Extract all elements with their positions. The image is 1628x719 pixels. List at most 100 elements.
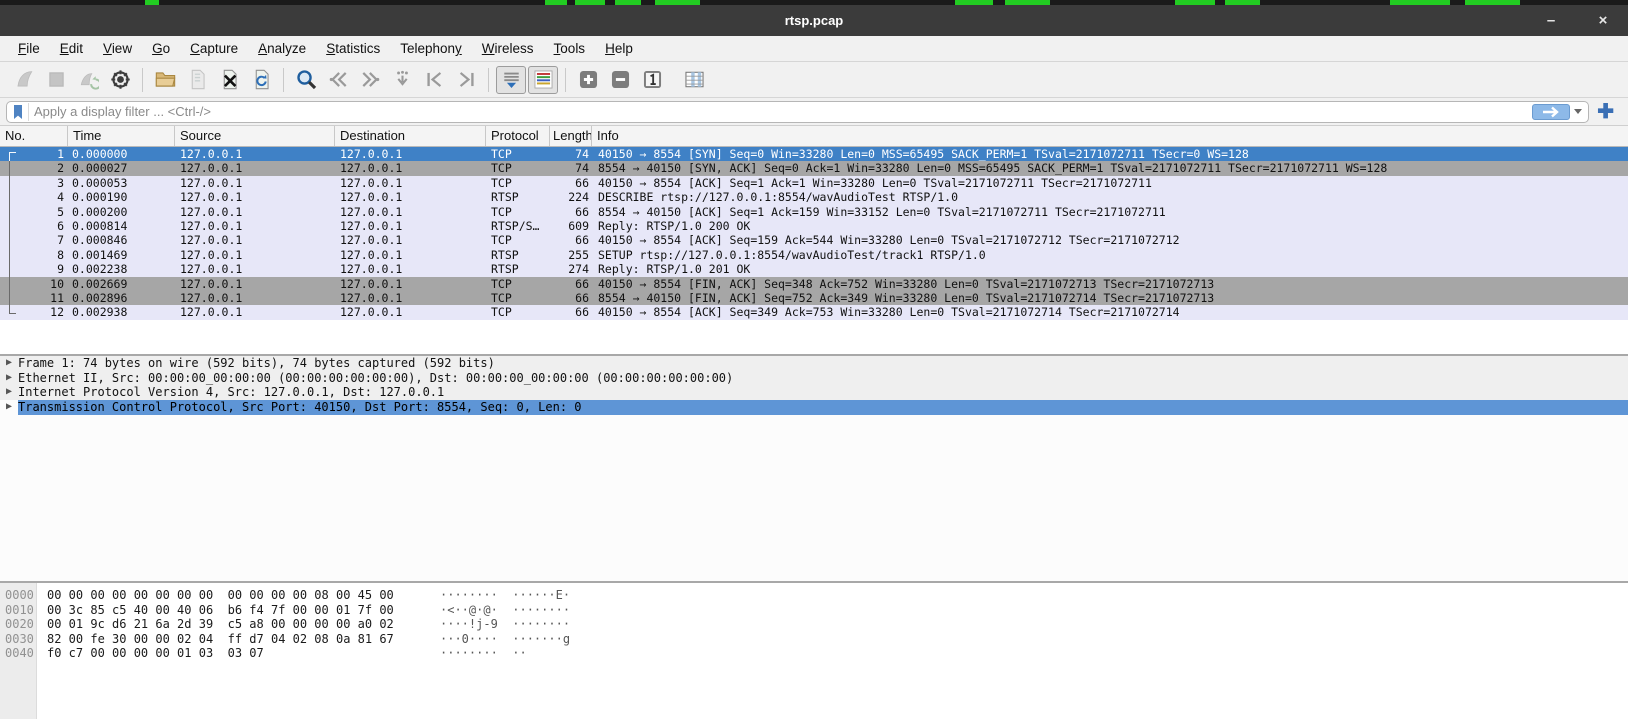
zoom-in-icon[interactable] (573, 66, 603, 94)
filter-bookmark-icon[interactable] (11, 103, 29, 121)
menu-item-edit[interactable]: Edit (50, 38, 93, 59)
go-to-packet-icon[interactable] (387, 66, 417, 94)
packet-row-4[interactable]: 40.000190127.0.0.1127.0.0.1RTSP224DESCRI… (0, 190, 1628, 204)
menu-item-capture[interactable]: Capture (180, 38, 248, 59)
packet-info: 8554 → 40150 [ACK] Seq=1 Ack=159 Win=331… (592, 205, 1628, 219)
packet-row-3[interactable]: 30.000053127.0.0.1127.0.0.1TCP6640150 → … (0, 176, 1628, 190)
colorize-packets-icon[interactable] (528, 66, 558, 94)
packet-dst: 127.0.0.1 (335, 219, 486, 233)
detail-line-3[interactable]: ▶Internet Protocol Version 4, Src: 127.0… (0, 385, 1628, 400)
stop-capture-icon (41, 66, 71, 94)
menu-item-file[interactable]: File (8, 38, 50, 59)
packet-time: 0.000053 (68, 176, 175, 190)
packet-proto: TCP (486, 305, 550, 319)
packet-src: 127.0.0.1 (175, 147, 335, 161)
find-packet-icon[interactable] (291, 66, 321, 94)
reload-file-icon[interactable] (246, 66, 276, 94)
hex-row-0000[interactable]: 000000 00 00 00 00 00 00 00 00 00 00 00 … (0, 588, 1628, 603)
packet-row-1[interactable]: 10.000000127.0.0.1127.0.0.1TCP7440150 → … (0, 147, 1628, 161)
expander-triangle-icon[interactable]: ▶ (0, 400, 18, 415)
hex-row-0030[interactable]: 003082 00 fe 30 00 00 02 04 ff d7 04 02 … (0, 632, 1628, 647)
hex-offset: 0030 (0, 632, 37, 647)
packet-len: 66 (550, 176, 592, 190)
related-packet-indicator (9, 176, 16, 190)
hex-bytes: 00 01 9c d6 21 6a 2d 39 c5 a8 00 00 00 0… (47, 617, 394, 632)
go-back-icon[interactable] (323, 66, 353, 94)
menu-item-telephony[interactable]: Telephony (390, 38, 472, 59)
packet-row-6[interactable]: 60.000814127.0.0.1127.0.0.1RTSP/S…609Rep… (0, 219, 1628, 233)
packet-info: DESCRIBE rtsp://127.0.0.1:8554/wavAudioT… (592, 190, 1628, 204)
packet-row-2[interactable]: 20.000027127.0.0.1127.0.0.1TCP748554 → 4… (0, 161, 1628, 175)
packet-len: 255 (550, 248, 592, 262)
display-filter-field[interactable] (6, 101, 1589, 123)
open-file-icon[interactable] (150, 66, 180, 94)
packet-proto: RTSP (486, 190, 550, 204)
packet-row-7[interactable]: 70.000846127.0.0.1127.0.0.1TCP6640150 → … (0, 233, 1628, 247)
packet-time: 0.002669 (68, 277, 175, 291)
menu-item-view[interactable]: View (93, 38, 142, 59)
auto-scroll-icon[interactable] (496, 66, 526, 94)
first-packet-icon[interactable] (419, 66, 449, 94)
expander-triangle-icon[interactable]: ▶ (0, 385, 18, 400)
apply-filter-button[interactable] (1532, 104, 1570, 120)
menu-item-analyze[interactable]: Analyze (248, 38, 316, 59)
hex-offset: 0010 (0, 603, 37, 618)
zoom-out-icon[interactable] (605, 66, 635, 94)
packet-row-9[interactable]: 90.002238127.0.0.1127.0.0.1RTSP274Reply:… (0, 262, 1628, 276)
hex-ascii: ········ ·· (440, 646, 527, 661)
column-header-destination[interactable]: Destination (335, 126, 486, 146)
last-packet-icon[interactable] (451, 66, 481, 94)
packet-proto: RTSP (486, 248, 550, 262)
packet-proto: RTSP/S… (486, 219, 550, 233)
minimize-button[interactable]: – (1540, 12, 1562, 29)
related-packet-indicator (9, 233, 16, 247)
column-header-info[interactable]: Info (592, 126, 1628, 146)
menubar: FileEditViewGoCaptureAnalyzeStatisticsTe… (0, 36, 1628, 62)
packet-len: 66 (550, 277, 592, 291)
restart-capture-icon (73, 66, 103, 94)
hex-row-0040[interactable]: 0040f0 c7 00 00 00 00 01 03 03 07·······… (0, 646, 1628, 661)
packet-dst: 127.0.0.1 (335, 233, 486, 247)
resize-columns-icon[interactable] (679, 66, 709, 94)
display-filter-input[interactable] (34, 104, 1532, 119)
packet-row-8[interactable]: 80.001469127.0.0.1127.0.0.1RTSP255SETUP … (0, 248, 1628, 262)
packet-row-5[interactable]: 50.000200127.0.0.1127.0.0.1TCP668554 → 4… (0, 205, 1628, 219)
packet-src: 127.0.0.1 (175, 190, 335, 204)
go-forward-icon[interactable] (355, 66, 385, 94)
related-packet-indicator (9, 205, 16, 219)
menu-item-wireless[interactable]: Wireless (472, 38, 544, 59)
hex-row-0010[interactable]: 001000 3c 85 c5 40 00 40 06 b6 f4 7f 00 … (0, 603, 1628, 618)
packet-proto: TCP (486, 147, 550, 161)
column-header-time[interactable]: Time (68, 126, 175, 146)
detail-line-2[interactable]: ▶Ethernet II, Src: 00:00:00_00:00:00 (00… (0, 371, 1628, 386)
packet-row-10[interactable]: 100.002669127.0.0.1127.0.0.1TCP6640150 →… (0, 277, 1628, 291)
packet-time: 0.002938 (68, 305, 175, 319)
hex-row-0020[interactable]: 002000 01 9c d6 21 6a 2d 39 c5 a8 00 00 … (0, 617, 1628, 632)
packet-dst: 127.0.0.1 (335, 176, 486, 190)
capture-options-icon[interactable] (105, 66, 135, 94)
zoom-100-icon[interactable] (637, 66, 667, 94)
column-header-protocol[interactable]: Protocol (486, 126, 550, 146)
packet-info: 40150 → 8554 [ACK] Seq=159 Ack=544 Win=3… (592, 233, 1628, 247)
expander-triangle-icon[interactable]: ▶ (0, 356, 18, 371)
add-filter-button-icon[interactable]: ✚ (1589, 102, 1622, 122)
detail-line-4-selected[interactable]: ▶Transmission Control Protocol, Src Port… (0, 400, 1628, 415)
column-header-no[interactable]: No. (0, 126, 68, 146)
menu-item-go[interactable]: Go (142, 38, 180, 59)
close-button[interactable]: × (1592, 12, 1614, 29)
column-header-length[interactable]: Length (550, 126, 592, 146)
close-file-icon[interactable] (214, 66, 244, 94)
filter-dropdown-caret-icon[interactable] (1574, 109, 1582, 114)
expander-triangle-icon[interactable]: ▶ (0, 371, 18, 386)
packet-row-11[interactable]: 110.002896127.0.0.1127.0.0.1TCP668554 → … (0, 291, 1628, 305)
menu-item-tools[interactable]: Tools (544, 38, 596, 59)
packet-info: 40150 → 8554 [ACK] Seq=349 Ack=753 Win=3… (592, 305, 1628, 319)
detail-line-1[interactable]: ▶Frame 1: 74 bytes on wire (592 bits), 7… (0, 356, 1628, 371)
hex-offset: 0000 (0, 588, 37, 603)
packet-src: 127.0.0.1 (175, 291, 335, 305)
menu-item-statistics[interactable]: Statistics (316, 38, 390, 59)
column-header-source[interactable]: Source (175, 126, 335, 146)
hex-bytes: f0 c7 00 00 00 00 01 03 03 07 (47, 646, 264, 661)
packet-row-12[interactable]: 120.002938127.0.0.1127.0.0.1TCP6640150 →… (0, 305, 1628, 319)
menu-item-help[interactable]: Help (595, 38, 643, 59)
